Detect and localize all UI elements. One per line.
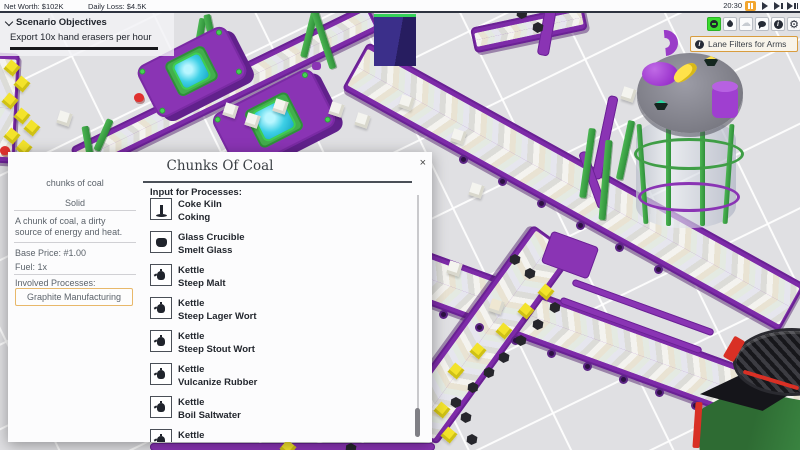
- item-details-dialog: Chunks Of Coal × chunks of coal Solid A …: [8, 152, 432, 442]
- kettle-icon: [150, 396, 172, 418]
- tank-dome: [642, 62, 678, 86]
- process-machine-name: Kettle: [178, 330, 255, 343]
- liquids-button[interactable]: [723, 17, 737, 31]
- process-list-item[interactable]: Kettle: [150, 429, 400, 442]
- droplet-icon: [726, 20, 734, 28]
- item-fuel-value: Fuel: 1x: [15, 262, 141, 272]
- gear-icon: ⚙: [789, 19, 799, 30]
- process-machine-name: Coke Kiln: [178, 198, 222, 211]
- process-list-item[interactable]: Kettle Vulcanize Rubber: [150, 363, 400, 393]
- scenario-objectives-header[interactable]: Scenario Objectives: [6, 17, 174, 28]
- machine-light: [134, 93, 144, 102]
- help-button[interactable]: i: [771, 17, 785, 31]
- process-name: Coking: [178, 211, 222, 224]
- net-worth: Net Worth: $102K: [4, 2, 63, 11]
- tooltip: i Lane Filters for Arms: [690, 36, 798, 52]
- process-list-item[interactable]: Kettle Steep Malt: [150, 264, 400, 294]
- kettle-icon: [150, 363, 172, 385]
- kiln-icon: [150, 198, 172, 220]
- item-base-price: Base Price: #1.00: [15, 248, 141, 258]
- game-screen: Net Worth: $102K Daily Loss: $4.5K 20:30…: [0, 0, 800, 450]
- arm-claw: [312, 62, 321, 70]
- process-list-item[interactable]: Glass Crucible Smelt Glass: [150, 231, 400, 261]
- item-summary-panel: chunks of coal Solid A chunk of coal, a …: [12, 172, 138, 438]
- process-machine-name: Kettle: [178, 264, 226, 277]
- tank-chimney: [712, 86, 738, 118]
- speech-bubble-icon: [758, 21, 766, 27]
- lane-filter-icon: [710, 20, 718, 28]
- item-description: A chunk of coal, a dirty source of energ…: [15, 216, 133, 238]
- chevron-down-icon: [5, 17, 13, 25]
- process-name: Boil Saltwater: [178, 409, 241, 422]
- chat-button[interactable]: [755, 17, 769, 31]
- process-list-item[interactable]: Coke Kiln Coking: [150, 198, 400, 228]
- process-machine-name: Kettle: [178, 363, 257, 376]
- pause-button[interactable]: [745, 1, 756, 11]
- fast-forward-button[interactable]: [773, 1, 784, 11]
- involved-processes-label: Involved Processes:: [15, 278, 141, 288]
- storage-box[interactable]: [374, 14, 416, 66]
- kettle-icon: [150, 297, 172, 319]
- process-machine-name: Kettle: [178, 297, 256, 310]
- process-list-panel: Input for Processes: Coke Kiln Coking Gl…: [143, 181, 412, 442]
- item-name: chunks of coal: [12, 178, 138, 188]
- process-list-item[interactable]: Kettle Boil Saltwater: [150, 396, 400, 426]
- tank-ring: [634, 138, 744, 170]
- view-toolbar: ☁ i ⚙: [707, 17, 800, 31]
- info-icon: i: [774, 20, 783, 29]
- crucible-icon: [150, 231, 172, 253]
- settings-button[interactable]: ⚙: [787, 17, 800, 31]
- clock: 20:30: [723, 1, 742, 10]
- process-list-item[interactable]: Kettle Steep Lager Wort: [150, 297, 400, 327]
- play-button[interactable]: [759, 1, 770, 11]
- scenario-objectives-panel: Scenario Objectives Export 10x hand eras…: [0, 13, 174, 56]
- cloud-icon: ☁: [741, 19, 751, 29]
- process-machine-name: Kettle: [178, 396, 241, 409]
- process-name: Steep Malt: [178, 277, 226, 290]
- item-state: Solid: [12, 198, 138, 208]
- lane-filters-button[interactable]: [707, 17, 721, 31]
- daily-loss: Daily Loss: $4.5K: [88, 2, 146, 11]
- process-name: Steep Lager Wort: [178, 310, 256, 323]
- kettle-icon: [150, 264, 172, 286]
- tooltip-text: Lane Filters for Arms: [708, 39, 786, 49]
- scrollbar-thumb[interactable]: [415, 408, 420, 437]
- top-status-bar: Net Worth: $102K Daily Loss: $4.5K 20:30: [0, 0, 800, 13]
- involved-process-button[interactable]: Graphite Manufacturing: [15, 288, 133, 306]
- gases-button[interactable]: ☁: [739, 17, 753, 31]
- kettle-icon: [150, 330, 172, 352]
- process-machine-name: Glass Crucible: [178, 231, 245, 244]
- scenario-objectives-title: Scenario Objectives: [16, 17, 107, 28]
- info-icon: i: [695, 40, 704, 49]
- process-name: Vulcanize Rubber: [178, 376, 257, 389]
- objective-text: Export 10x hand erasers per hour: [10, 32, 174, 43]
- close-icon[interactable]: ×: [420, 158, 426, 169]
- process-machine-name: Kettle: [178, 429, 204, 442]
- scrollbar-track[interactable]: [417, 195, 419, 437]
- process-name: Smelt Glass: [178, 244, 245, 257]
- process-list-header: Input for Processes:: [150, 187, 242, 198]
- process-list-item[interactable]: Kettle Steep Stout Wort: [150, 330, 400, 360]
- objective-progress-bar: [10, 47, 158, 50]
- kettle-icon: [150, 429, 172, 442]
- tank-ring: [638, 182, 740, 212]
- fastest-forward-button[interactable]: [787, 1, 798, 11]
- process-name: Steep Stout Wort: [178, 343, 255, 356]
